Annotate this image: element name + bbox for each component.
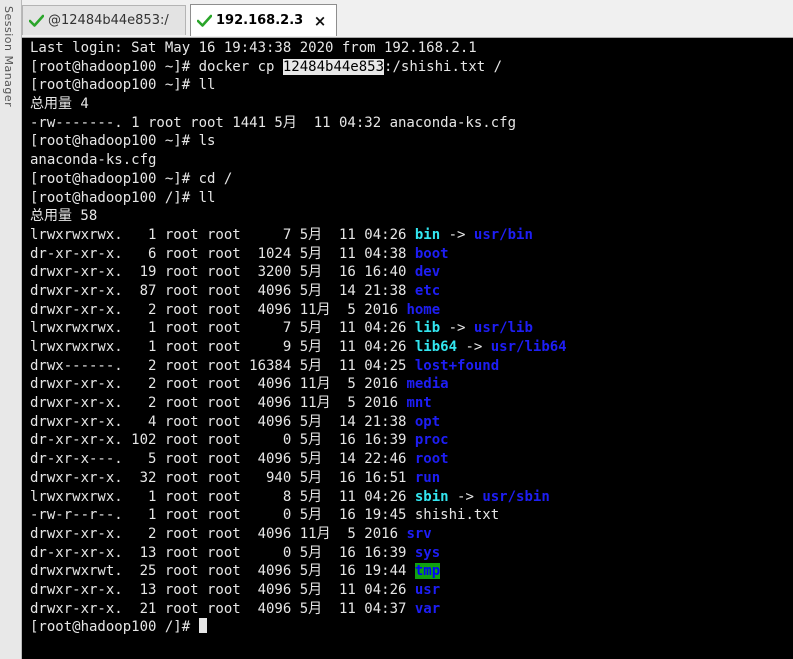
listing-row: drwxr-xr-x. 13 root root 4096 5月 11 04:2… bbox=[30, 581, 793, 600]
listing-name: proc bbox=[414, 432, 449, 449]
listing-meta: lrwxrwxrwx. 1 root root 9 5月 11 04:26 bbox=[30, 339, 415, 355]
terminal-line: [root@hadoop100 ~]# ll bbox=[30, 77, 216, 94]
listing-meta: drwx------. 2 root root 16384 5月 11 04:2… bbox=[30, 357, 415, 374]
listing-arrow: -> bbox=[448, 488, 483, 505]
listing-row: drwxr-xr-x. 2 root root 4096 11月 5 2016 … bbox=[30, 525, 793, 544]
listing-row: drwxr-xr-x. 2 root root 4096 11月 5 2016 … bbox=[30, 301, 793, 320]
listing-row: lrwxrwxrwx. 1 root root 7 5月 11 04:26 bi… bbox=[30, 226, 793, 245]
terminal-line: [root@hadoop100 ~]# ls bbox=[30, 133, 216, 150]
listing-name: sys bbox=[414, 544, 441, 561]
listing-name: root bbox=[414, 451, 449, 468]
listing-row: lrwxrwxrwx. 1 root root 7 5月 11 04:26 li… bbox=[30, 319, 793, 338]
listing-meta: drwxr-xr-x. 2 root root 4096 11月 5 2016 bbox=[30, 525, 407, 542]
listing-meta: dr-xr-xr-x. 102 root root 0 5月 16 16:39 bbox=[30, 432, 415, 449]
listing-meta: lrwxrwxrwx. 1 root root 7 5月 11 04:26 bbox=[30, 226, 415, 243]
listing-name: run bbox=[414, 469, 441, 486]
check-icon bbox=[197, 14, 212, 27]
listing-name: lib bbox=[414, 320, 441, 337]
tab-label: 192.168.2.3 bbox=[216, 13, 304, 28]
terminal-line: anaconda-ks.cfg bbox=[30, 152, 157, 169]
tab-session-12484b44e853[interactable]: @12484b44e853:/ bbox=[22, 5, 186, 35]
listing-name: mnt bbox=[406, 395, 432, 412]
listing-meta: drwxr-xr-x. 2 root root 4096 11月 5 2016 bbox=[30, 395, 407, 412]
listing-meta: drwxrwxrwt. 25 root root 4096 5月 16 19:4… bbox=[30, 563, 415, 580]
listing-row: drwxr-xr-x. 87 root root 4096 5月 14 21:3… bbox=[30, 282, 793, 301]
listing-arrow: -> bbox=[440, 226, 474, 243]
listing-row: drwxr-xr-x. 2 root root 4096 11月 5 2016 … bbox=[30, 375, 793, 394]
session-manager-strip[interactable]: Session Manager bbox=[0, 0, 22, 659]
listing-row: drwxrwxrwt. 25 root root 4096 5月 16 19:4… bbox=[30, 562, 793, 581]
listing-link-target: usr/lib bbox=[473, 320, 533, 337]
listing-name: usr bbox=[414, 581, 441, 598]
listing-name: home bbox=[406, 301, 441, 318]
listing-row: drwxr-xr-x. 2 root root 4096 11月 5 2016 … bbox=[30, 394, 793, 413]
terminal-line: [root@hadoop100 ~]# cd / bbox=[30, 170, 233, 187]
listing-link-target: usr/bin bbox=[473, 226, 533, 243]
listing-name: bin bbox=[414, 226, 441, 243]
listing-meta: drwxr-xr-x. 13 root root 4096 5月 11 04:2… bbox=[30, 581, 415, 598]
listing-arrow: -> bbox=[440, 320, 474, 337]
close-icon[interactable]: × bbox=[312, 12, 328, 30]
listing-name: shishi.txt bbox=[414, 507, 500, 524]
listing-meta: drwxr-xr-x. 2 root root 4096 11月 5 2016 bbox=[30, 376, 407, 393]
listing-meta: drwxr-xr-x. 21 root root 4096 5月 11 04:3… bbox=[30, 600, 415, 617]
selected-text: 12484b44e853 bbox=[282, 58, 385, 75]
listing-name: var bbox=[414, 600, 441, 617]
listing-name: boot bbox=[414, 245, 449, 262]
listing-meta: drwxr-xr-x. 19 root root 3200 5月 16 16:4… bbox=[30, 264, 415, 281]
listing-name: sbin bbox=[414, 488, 449, 505]
tab-bar: @12484b44e853:/ 192.168.2.3 × bbox=[22, 0, 793, 38]
listing-row: drwxr-xr-x. 19 root root 3200 5月 16 16:4… bbox=[30, 263, 793, 282]
listing-arrow: -> bbox=[457, 339, 491, 355]
directory-listing: lrwxrwxrwx. 1 root root 7 5月 11 04:26 bi… bbox=[30, 226, 793, 618]
listing-link-target: usr/sbin bbox=[482, 488, 550, 505]
listing-name: lost+found bbox=[414, 357, 500, 374]
terminal-line: 总用量 4 bbox=[30, 96, 89, 113]
terminal-output[interactable]: Last login: Sat May 16 19:43:38 2020 fro… bbox=[22, 38, 793, 659]
listing-row: lrwxrwxrwx. 1 root root 8 5月 11 04:26 sb… bbox=[30, 488, 793, 507]
listing-meta: -rw-r--r--. 1 root root 0 5月 16 19:45 bbox=[30, 507, 415, 524]
listing-row: drwxr-xr-x. 4 root root 4096 5月 14 21:38… bbox=[30, 413, 793, 432]
listing-meta: lrwxrwxrwx. 1 root root 7 5月 11 04:26 bbox=[30, 320, 415, 337]
listing-meta: drwxr-xr-x. 4 root root 4096 5月 14 21:38 bbox=[30, 413, 415, 430]
listing-row: dr-xr-xr-x. 6 root root 1024 5月 11 04:38… bbox=[30, 245, 793, 264]
terminal-line: [root@hadoop100 ~]# docker cp 12484b44e8… bbox=[30, 58, 503, 75]
listing-meta: lrwxrwxrwx. 1 root root 8 5月 11 04:26 bbox=[30, 488, 415, 505]
listing-name: opt bbox=[414, 413, 441, 430]
listing-row: lrwxrwxrwx. 1 root root 9 5月 11 04:26 li… bbox=[30, 338, 793, 357]
terminal-prompt: [root@hadoop100 /]# bbox=[30, 618, 793, 637]
listing-name: media bbox=[406, 376, 449, 393]
listing-row: -rw-r--r--. 1 root root 0 5月 16 19:45 sh… bbox=[30, 506, 793, 525]
listing-row: dr-xr-xr-x. 13 root root 0 5月 16 16:39 s… bbox=[30, 544, 793, 563]
listing-row: drwx------. 2 root root 16384 5月 11 04:2… bbox=[30, 357, 793, 376]
tab-session-192-168-2-3[interactable]: 192.168.2.3 × bbox=[190, 4, 337, 36]
terminal-cursor bbox=[198, 618, 207, 634]
listing-name: etc bbox=[414, 282, 441, 299]
listing-row: dr-xr-xr-x. 102 root root 0 5月 16 16:39 … bbox=[30, 431, 793, 450]
tab-label: @12484b44e853:/ bbox=[48, 13, 169, 28]
listing-meta: drwxr-xr-x. 87 root root 4096 5月 14 21:3… bbox=[30, 282, 415, 299]
listing-name: dev bbox=[414, 264, 441, 281]
listing-meta: drwxr-xr-x. 32 root root 940 5月 16 16:51 bbox=[30, 469, 415, 486]
terminal-line: -rw-------. 1 root root 1441 5月 11 04:32… bbox=[30, 114, 517, 131]
listing-name: tmp bbox=[414, 563, 441, 580]
listing-row: drwxr-xr-x. 21 root root 4096 5月 11 04:3… bbox=[30, 600, 793, 619]
listing-meta: dr-xr-x---. 5 root root 4096 5月 14 22:46 bbox=[30, 451, 415, 468]
listing-row: dr-xr-x---. 5 root root 4096 5月 14 22:46… bbox=[30, 450, 793, 469]
terminal-line: 总用量 58 bbox=[30, 208, 98, 225]
terminal-line: Last login: Sat May 16 19:43:38 2020 fro… bbox=[30, 40, 477, 56]
listing-meta: dr-xr-xr-x. 13 root root 0 5月 16 16:39 bbox=[30, 544, 415, 561]
listing-link-target: usr/lib64 bbox=[490, 339, 567, 355]
session-manager-label: Session Manager bbox=[2, 6, 15, 108]
listing-meta: drwxr-xr-x. 2 root root 4096 11月 5 2016 bbox=[30, 301, 407, 318]
listing-name: lib64 bbox=[414, 339, 458, 355]
listing-name: srv bbox=[406, 525, 432, 542]
listing-meta: dr-xr-xr-x. 6 root root 1024 5月 11 04:38 bbox=[30, 245, 415, 262]
terminal-line: [root@hadoop100 /]# ll bbox=[30, 189, 216, 206]
check-icon bbox=[29, 14, 44, 27]
listing-row: drwxr-xr-x. 32 root root 940 5月 16 16:51… bbox=[30, 469, 793, 488]
